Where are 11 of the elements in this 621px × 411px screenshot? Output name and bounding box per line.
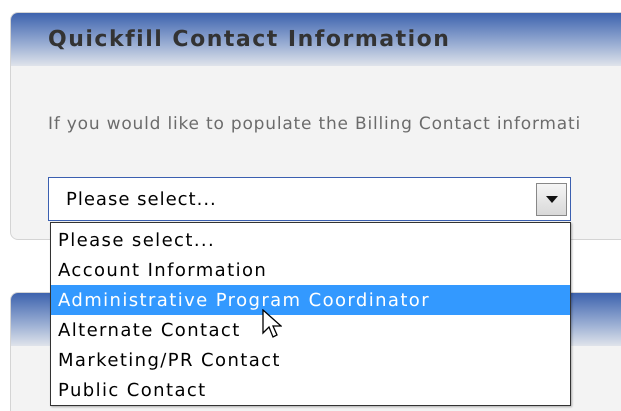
- dropdown-option[interactable]: Account Information: [51, 255, 570, 285]
- description-text: If you would like to populate the Billing Contact informati: [48, 114, 581, 134]
- dropdown-option[interactable]: Please select...: [51, 225, 570, 255]
- contact-select[interactable]: Please select...: [48, 177, 571, 221]
- panel-title: Quickfill Contact Information: [48, 26, 450, 54]
- dropdown-option[interactable]: Marketing/PR Contact: [51, 345, 570, 375]
- dropdown-button[interactable]: [536, 182, 567, 216]
- dropdown-option[interactable]: Alternate Contact: [51, 315, 570, 345]
- caret-icon: [546, 196, 558, 202]
- mouse-pointer-icon: [262, 309, 282, 339]
- dropdown-option[interactable]: Public Contact: [51, 375, 570, 405]
